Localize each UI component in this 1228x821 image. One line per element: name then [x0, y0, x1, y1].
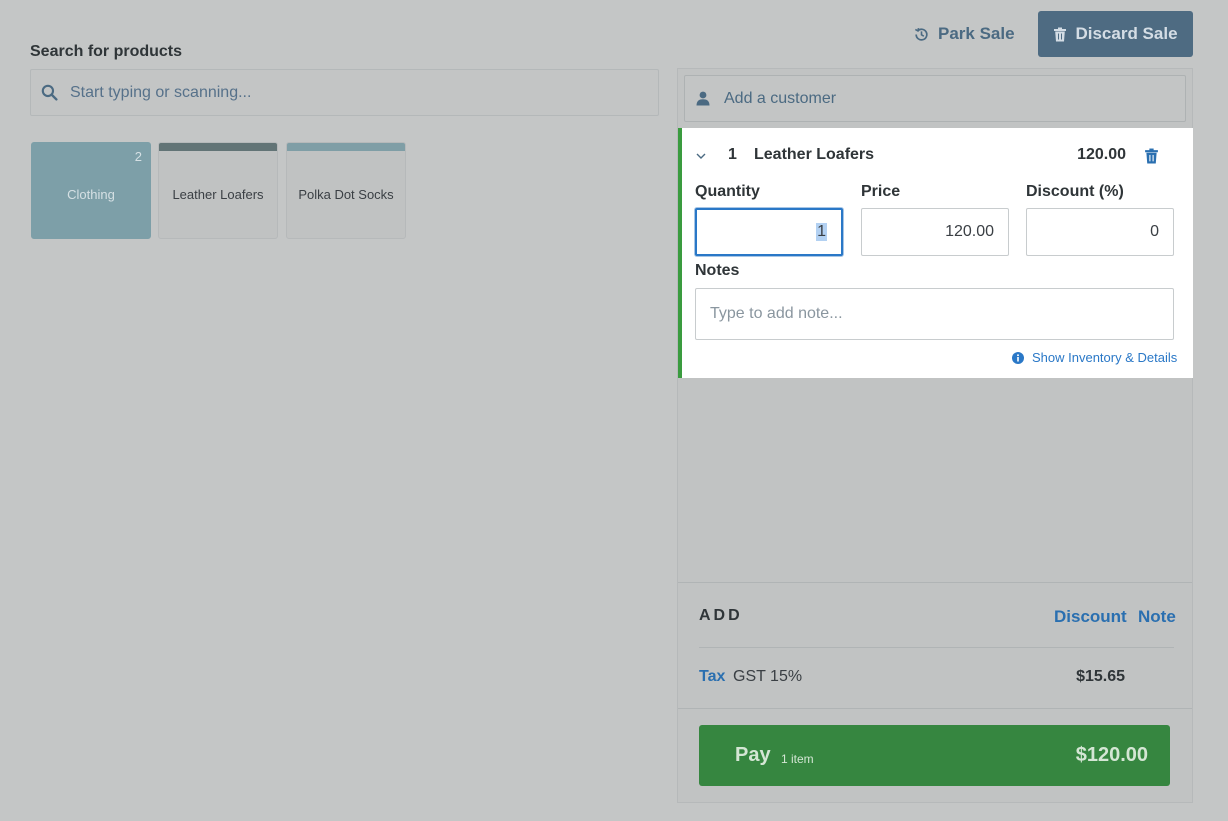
add-note-link[interactable]: Note [1138, 607, 1176, 627]
tile-label: Leather Loafers [172, 187, 264, 202]
discount-input[interactable] [1026, 208, 1174, 256]
add-customer-field[interactable]: Add a customer [684, 75, 1186, 122]
tax-name: GST 15% [733, 668, 803, 685]
tax-amount: $15.65 [1076, 668, 1125, 685]
add-label: ADD [699, 607, 743, 624]
divider [678, 582, 1192, 583]
tile-count: 2 [134, 149, 142, 164]
show-inventory-details-label: Show Inventory & Details [1032, 350, 1178, 365]
add-discount-link[interactable]: Discount [1054, 607, 1127, 627]
price-label: Price [861, 183, 901, 200]
discard-sale-label: Discard Sale [1075, 24, 1178, 43]
user-icon [696, 91, 710, 106]
tile-polka-dot-socks[interactable]: Polka Dot Socks [286, 142, 406, 239]
pay-label: Pay [735, 744, 771, 766]
quantity-input[interactable]: 1 [695, 208, 843, 256]
pay-total: $120.00 [1075, 744, 1148, 766]
tile-color-bar [287, 143, 405, 151]
line-item-name: Leather Loafers [754, 146, 875, 163]
tile-label: Clothing [67, 187, 115, 202]
tile-leather-loafers[interactable]: Leather Loafers [158, 142, 278, 239]
quantity-label: Quantity [695, 183, 760, 200]
park-sale-button[interactable]: Park Sale [905, 14, 1023, 54]
discard-sale-button[interactable]: Discard Sale [1038, 11, 1193, 57]
chevron-down-icon[interactable] [694, 150, 708, 162]
trash-icon[interactable] [1144, 148, 1159, 164]
notes-input[interactable] [695, 288, 1174, 340]
park-sale-label: Park Sale [938, 24, 1015, 43]
trash-icon [1054, 27, 1067, 41]
search-label: Search for products [30, 43, 183, 60]
tax-link[interactable]: Tax [699, 668, 725, 686]
tile-color-bar [159, 143, 277, 151]
price-input[interactable] [861, 208, 1009, 256]
notes-label: Notes [695, 262, 740, 279]
pay-button[interactable]: Pay 1 item $120.00 [699, 725, 1170, 786]
tile-clothing[interactable]: 2 Clothing [31, 142, 151, 239]
show-inventory-details-link[interactable]: Show Inventory & Details [1012, 350, 1177, 365]
divider [699, 647, 1174, 648]
quantity-value: 1 [816, 223, 827, 241]
divider [678, 708, 1192, 709]
search-icon [41, 84, 58, 101]
info-icon [1012, 351, 1024, 364]
search-input[interactable] [70, 83, 630, 102]
history-icon [914, 27, 928, 41]
tile-label: Polka Dot Socks [298, 187, 394, 202]
line-item-quantity: 1 [728, 146, 737, 163]
line-item-price: 120.00 [1077, 146, 1126, 163]
discount-label: Discount (%) [1026, 183, 1124, 200]
pay-item-count: 1 item [781, 752, 814, 766]
search-box[interactable] [30, 69, 659, 116]
add-customer-placeholder: Add a customer [724, 89, 837, 107]
